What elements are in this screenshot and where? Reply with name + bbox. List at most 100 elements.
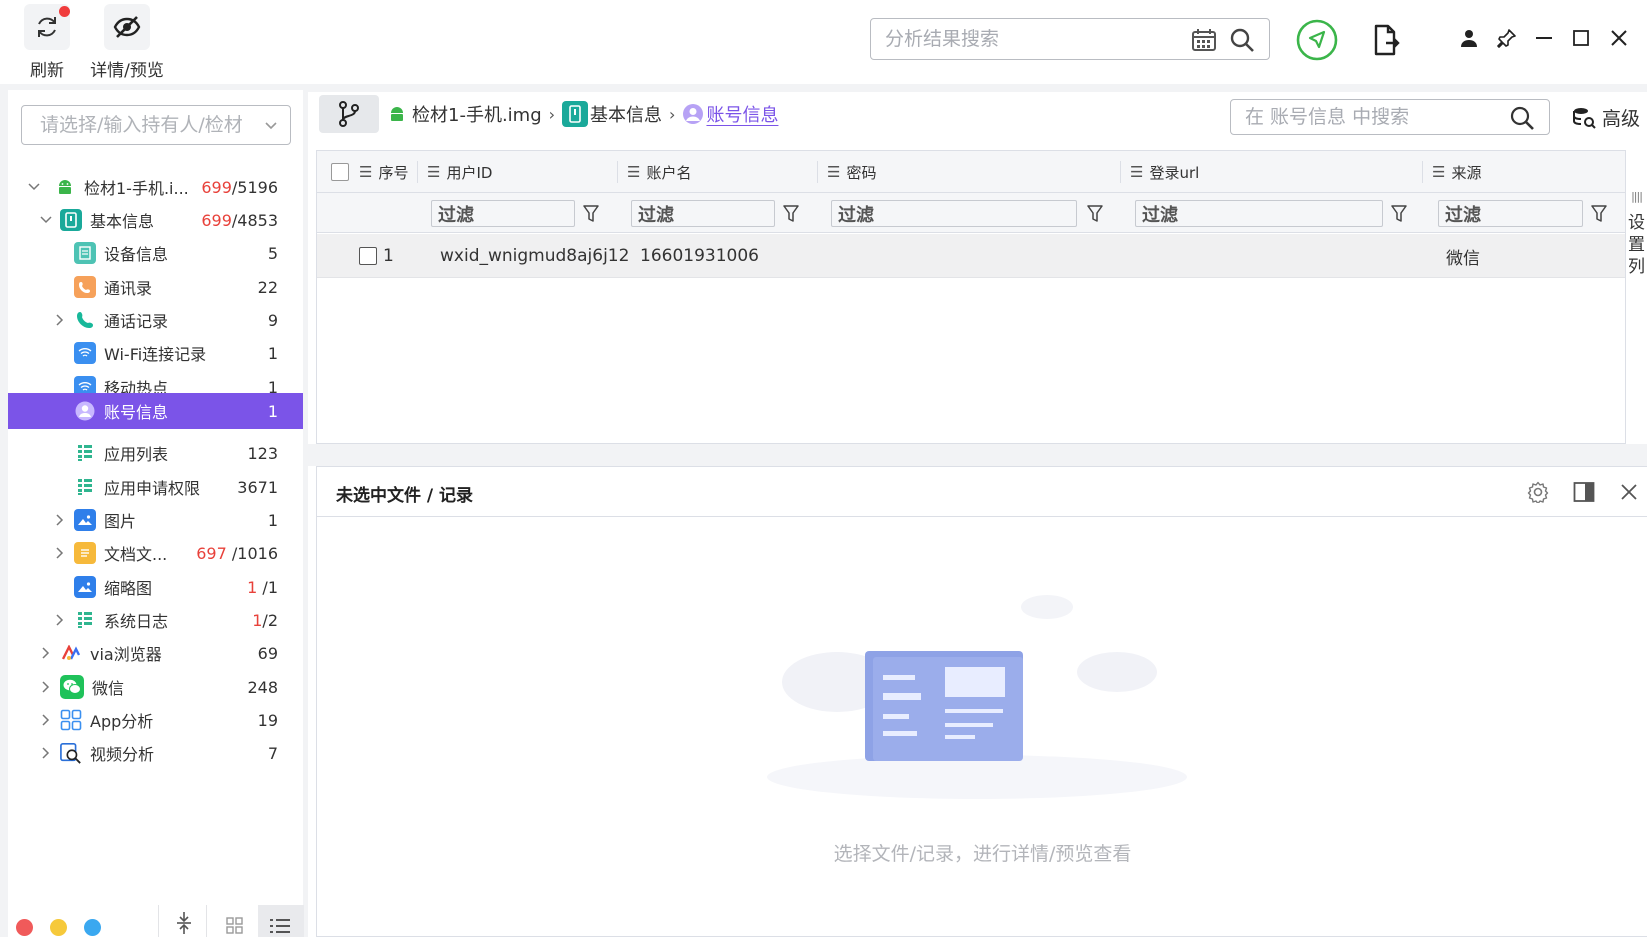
breadcrumb-item-basic-info[interactable]: 基本信息 [590, 101, 662, 127]
maximize-icon[interactable] [1571, 28, 1591, 48]
branch-button[interactable] [319, 95, 379, 133]
chevron-down-icon[interactable] [38, 212, 54, 228]
advanced-search-button[interactable]: 高级 [1572, 104, 1640, 131]
column-divider[interactable] [617, 161, 618, 183]
tree-item-video-analysis[interactable]: 视频分析 7 [8, 736, 303, 770]
holder-selector[interactable] [21, 105, 291, 145]
phone-icon [74, 309, 96, 331]
column-menu-icon[interactable]: ☰ [627, 163, 640, 181]
filter-icon[interactable] [1087, 205, 1103, 223]
table-row[interactable]: 1 wxid_wnigmud8aj6j12 16601931006 微信 [317, 234, 1630, 278]
send-icon[interactable] [1295, 18, 1339, 62]
chevron-right-icon[interactable] [52, 312, 68, 328]
tree-item-evidence-phone[interactable]: 检材1-手机.i... 699/5196 [8, 170, 303, 204]
app-grid-icon [60, 709, 82, 731]
column-divider[interactable] [1422, 161, 1423, 183]
tree-item-system-log[interactable]: 系统日志 1/2 [8, 603, 303, 637]
split-panel-icon[interactable] [1573, 481, 1595, 503]
column-divider[interactable] [1120, 161, 1121, 183]
details-preview-button[interactable]: 详情/预览 [82, 4, 172, 81]
column-menu-icon[interactable]: ☰ [1130, 163, 1143, 181]
set-columns-button[interactable]: |||| 设 置 列 [1625, 150, 1647, 444]
tree-item-via-browser[interactable]: via浏览器 69 [8, 636, 303, 670]
tree-item-app-permissions[interactable]: 应用申请权限 3671 [8, 470, 303, 504]
column-header-userid[interactable]: ☰ 用户ID [427, 151, 492, 193]
row-checkbox[interactable] [359, 234, 377, 278]
splitter[interactable] [308, 444, 1647, 466]
settings-gear-icon[interactable] [1527, 481, 1549, 503]
minimize-icon[interactable] [1534, 28, 1554, 48]
chevron-right-icon[interactable] [38, 712, 54, 728]
grid-view-icon[interactable] [226, 917, 244, 935]
wifi-icon [74, 342, 96, 364]
pin-icon[interactable] [1497, 28, 1517, 48]
calendar-icon[interactable] [1191, 28, 1217, 52]
tree-item-contacts[interactable]: 通讯录 22 [8, 270, 303, 304]
chevron-right-icon[interactable] [38, 679, 54, 695]
filter-input-password[interactable]: 过滤 [831, 200, 1077, 227]
column-menu-icon[interactable]: ☰ [427, 163, 440, 181]
table-search-input[interactable] [1245, 106, 1505, 128]
chevron-down-icon[interactable] [264, 118, 278, 132]
phone-info-icon [60, 209, 82, 231]
tree-item-count: 1 /1 [247, 577, 278, 597]
breadcrumb-item-account-info[interactable]: 账号信息 [706, 101, 778, 127]
chevron-right-icon[interactable] [38, 645, 54, 661]
column-menu-icon[interactable]: ☰ [827, 163, 840, 181]
tree-item-app-list[interactable]: 应用列表 123 [8, 436, 303, 470]
tree-item-device-info[interactable]: 设备信息 5 [8, 236, 303, 270]
chevron-right-icon[interactable] [38, 745, 54, 761]
refresh-button[interactable]: 刷新 [2, 4, 92, 81]
column-header-account[interactable]: ☰ 账户名 [627, 151, 691, 193]
column-header-url[interactable]: ☰ 登录url [1130, 151, 1199, 193]
column-divider[interactable] [817, 161, 818, 183]
column-menu-icon[interactable]: ☰ [359, 163, 372, 181]
chevron-right-icon[interactable] [52, 545, 68, 561]
tree-item-wechat[interactable]: 微信 248 [8, 670, 303, 704]
column-header-source[interactable]: ☰ 来源 [1432, 151, 1481, 193]
search-icon[interactable] [1229, 27, 1255, 53]
blue-status-dot[interactable] [84, 919, 101, 936]
collapse-icon[interactable] [176, 912, 192, 934]
breadcrumb-item-evidence[interactable]: 检材1-手机.img [412, 101, 542, 127]
tree-item-documents[interactable]: 文档文... 697 /1016 [8, 536, 303, 570]
column-header-password[interactable]: ☰ 密码 [827, 151, 876, 193]
chevron-right-icon[interactable] [52, 512, 68, 528]
user-icon[interactable] [1460, 29, 1478, 47]
filter-input-account[interactable]: 过滤 [631, 200, 775, 227]
tree-item-app-analysis[interactable]: App分析 19 [8, 703, 303, 737]
filter-icon[interactable] [583, 205, 599, 223]
column-header-seq[interactable]: ☰ 序号 [359, 151, 408, 193]
yellow-status-dot[interactable] [50, 919, 67, 936]
tree-item-basic-info[interactable]: 基本信息 699/4853 [8, 203, 303, 237]
filter-input-userid[interactable]: 过滤 [431, 200, 575, 227]
column-menu-icon[interactable]: ☰ [1432, 163, 1445, 181]
chevron-right-icon[interactable] [52, 612, 68, 628]
close-icon[interactable] [1619, 482, 1639, 502]
holder-selector-input[interactable] [40, 114, 250, 136]
global-search-input[interactable] [885, 28, 1185, 50]
tree-item-account-info[interactable]: 账号信息 1 [8, 393, 303, 429]
search-icon[interactable] [1509, 105, 1535, 131]
export-file-icon[interactable] [1372, 24, 1400, 56]
global-search-box[interactable] [870, 18, 1270, 60]
column-divider[interactable] [417, 161, 418, 183]
tree-item-call-log[interactable]: 通话记录 9 [8, 303, 303, 337]
filter-icon[interactable] [783, 205, 799, 223]
tree-item-label: 图片 [104, 512, 137, 531]
tree-item-wifi[interactable]: Wi-Fi连接记录 1 [8, 336, 303, 370]
tree-item-images[interactable]: 图片 1 [8, 503, 303, 537]
tree-item-thumbnails[interactable]: 缩略图 1 /1 [8, 570, 303, 604]
close-icon[interactable] [1609, 28, 1629, 48]
red-status-dot[interactable] [16, 919, 33, 936]
filter-icon[interactable] [1591, 205, 1607, 223]
list-view-button[interactable] [258, 905, 304, 937]
filter-input-source[interactable]: 过滤 [1438, 200, 1583, 227]
video-search-icon [60, 742, 82, 764]
filter-input-url[interactable]: 过滤 [1135, 200, 1383, 227]
filter-icon[interactable] [1391, 205, 1407, 223]
chevron-down-icon[interactable] [26, 179, 42, 195]
select-all-checkbox[interactable] [331, 151, 349, 193]
breadcrumb: 检材1-手机.img › 基本信息 › 账号信息 [386, 98, 778, 130]
table-search-box[interactable] [1230, 99, 1550, 135]
